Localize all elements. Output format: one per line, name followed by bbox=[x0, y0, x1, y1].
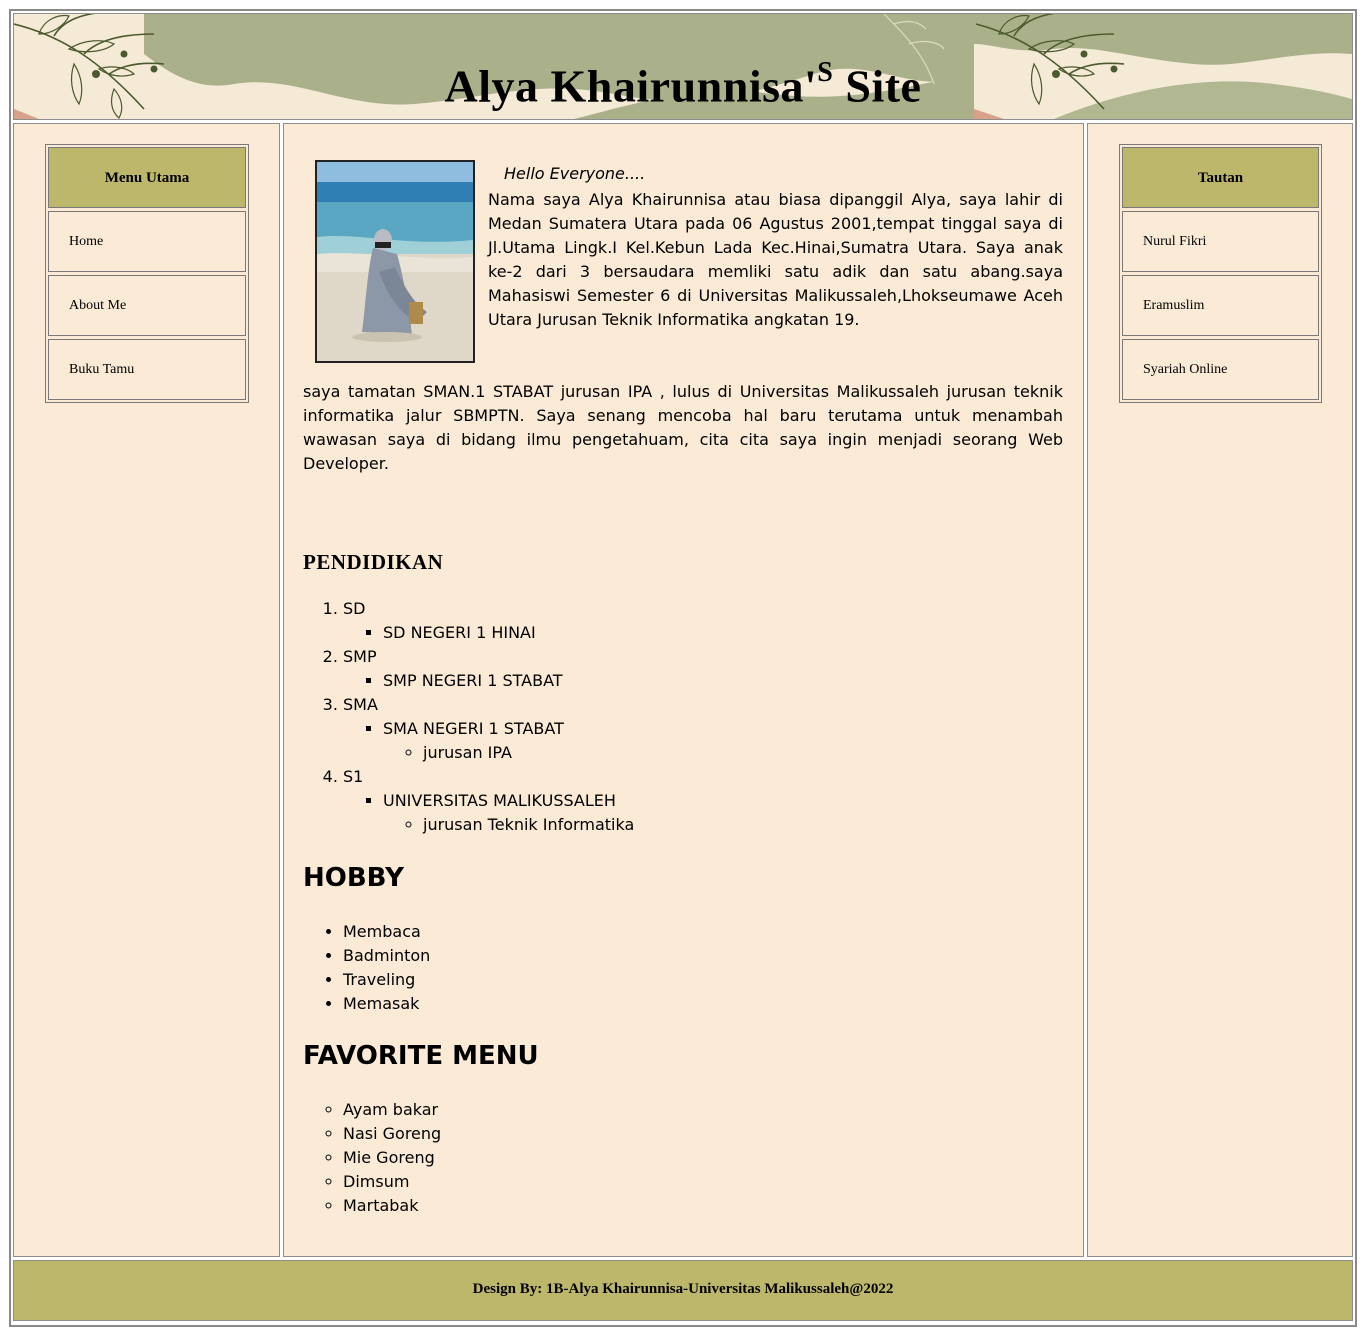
left-sidebar: Menu Utama Home About Me Buku Tamu bbox=[13, 123, 280, 1257]
menu-item-home[interactable]: Home bbox=[48, 211, 246, 272]
education-detail: jurusan Teknik Informatika bbox=[423, 813, 634, 837]
education-school: SMA NEGERI 1 STABAT jurusan IPA bbox=[383, 717, 634, 765]
site-title: Alya Khairunnisa'S Site bbox=[14, 54, 1352, 109]
hobby-item: Memasak bbox=[343, 992, 430, 1016]
education-list: SD SD NEGERI 1 HINAI SMP SMP NEGERI 1 ST… bbox=[303, 597, 634, 837]
second-paragraph: saya tamatan SMAN.1 STABAT jurusan IPA ,… bbox=[303, 382, 1063, 473]
link-syariah-online[interactable]: Syariah Online bbox=[1122, 339, 1319, 400]
favorite-menu-heading: FAVORITE MENU bbox=[303, 1041, 539, 1071]
intro-paragraph: Nama saya Alya Khairunnisa atau biasa di… bbox=[488, 190, 1063, 329]
site-title-end: Site bbox=[833, 60, 922, 112]
main-menu: Menu Utama Home About Me Buku Tamu bbox=[45, 144, 249, 403]
link-eramuslim[interactable]: Eramuslim bbox=[1122, 275, 1319, 336]
hobby-list: Membaca Badminton Traveling Memasak bbox=[303, 920, 430, 1016]
profile-photo bbox=[315, 160, 475, 363]
favorite-menu-list: Ayam bakar Nasi Goreng Mie Goreng Dimsum… bbox=[303, 1098, 441, 1218]
education-school-name: UNIVERSITAS MALIKUSSALEH bbox=[383, 791, 616, 810]
education-heading: PENDIDIKAN bbox=[303, 550, 444, 574]
hobby-heading: HOBBY bbox=[303, 863, 404, 893]
education-level: SD bbox=[343, 599, 366, 618]
menu-item-about-me[interactable]: About Me bbox=[48, 275, 246, 336]
menu-item-buku-tamu[interactable]: Buku Tamu bbox=[48, 339, 246, 400]
links-menu: Tautan Nurul Fikri Eramuslim Syariah Onl… bbox=[1119, 144, 1322, 403]
right-sidebar: Tautan Nurul Fikri Eramuslim Syariah Onl… bbox=[1087, 123, 1353, 1257]
footer-credit: Design By: 1B-Alya Khairunnisa-Universit… bbox=[472, 1281, 894, 1297]
favorite-item: Martabak bbox=[343, 1194, 441, 1218]
site-header: Alya Khairunnisa'S Site bbox=[13, 13, 1353, 120]
education-item: SMP SMP NEGERI 1 STABAT bbox=[343, 645, 634, 693]
education-level: S1 bbox=[343, 767, 364, 786]
hobby-item: Badminton bbox=[343, 944, 430, 968]
site-footer: Design By: 1B-Alya Khairunnisa-Universit… bbox=[13, 1260, 1353, 1321]
education-level: SMP bbox=[343, 647, 377, 666]
education-school: SD NEGERI 1 HINAI bbox=[383, 621, 634, 645]
education-school-name: SMA NEGERI 1 STABAT bbox=[383, 719, 564, 738]
site-title-sup: S bbox=[817, 57, 834, 88]
favorite-item: Dimsum bbox=[343, 1170, 441, 1194]
favorite-item: Mie Goreng bbox=[343, 1146, 441, 1170]
education-item: S1 UNIVERSITAS MALIKUSSALEH jurusan Tekn… bbox=[343, 765, 634, 837]
main-menu-heading: Menu Utama bbox=[48, 147, 246, 208]
hobby-item: Traveling bbox=[343, 968, 430, 992]
education-item: SMA SMA NEGERI 1 STABAT jurusan IPA bbox=[343, 693, 634, 765]
education-school: SMP NEGERI 1 STABAT bbox=[383, 669, 634, 693]
greeting-text: Hello Everyone.... bbox=[504, 164, 646, 183]
link-nurul-fikri[interactable]: Nurul Fikri bbox=[1122, 211, 1319, 272]
education-detail: jurusan IPA bbox=[423, 741, 634, 765]
links-menu-heading: Tautan bbox=[1122, 147, 1319, 208]
education-level: SMA bbox=[343, 695, 378, 714]
profile-photo-image bbox=[317, 162, 473, 361]
education-item: SD SD NEGERI 1 HINAI bbox=[343, 597, 634, 645]
site-title-main: Alya Khairunnisa' bbox=[444, 60, 818, 112]
hobby-item: Membaca bbox=[343, 920, 430, 944]
favorite-item: Ayam bakar bbox=[343, 1098, 441, 1122]
favorite-item: Nasi Goreng bbox=[343, 1122, 441, 1146]
education-school: UNIVERSITAS MALIKUSSALEH jurusan Teknik … bbox=[383, 789, 634, 837]
